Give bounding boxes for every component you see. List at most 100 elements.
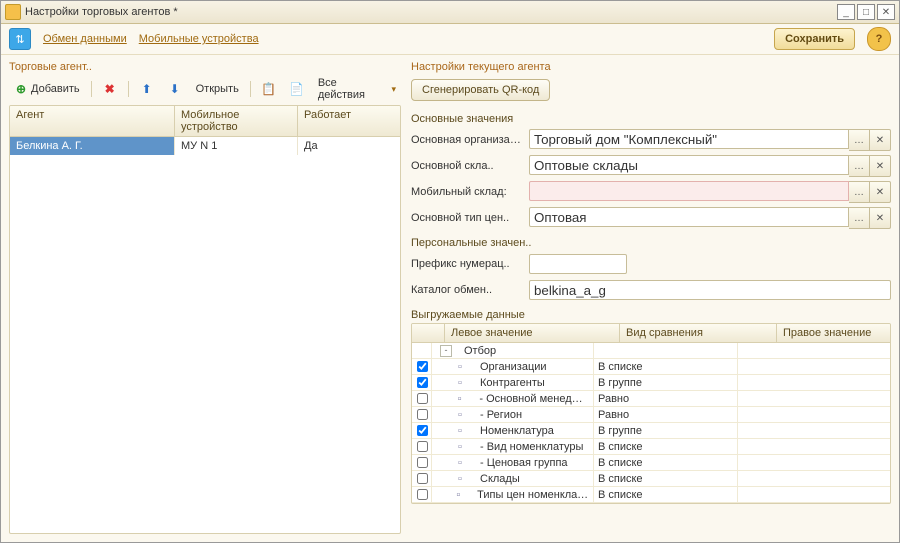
agents-grid-header: Агент Мобильное устройство Работает [10,106,400,137]
table-row[interactable]: ▫ОрганизацииВ списке [412,359,890,375]
row-catalog: Каталог обмен.. [411,280,891,300]
agents-panel: Торговые агент.. ⊕ Добавить ✖ ⬆ ⬇ Открыт… [9,59,401,534]
clear-button[interactable]: ✕ [870,181,891,203]
cell-check [412,343,432,358]
row-prefix: Префикс нумерац.. [411,254,891,274]
input-prefix[interactable] [529,254,627,274]
app-icon [5,4,21,20]
table-row[interactable]: ▫КонтрагентыВ группе [412,375,890,391]
col-left-value[interactable]: Левое значение [445,324,620,342]
minimize-button[interactable]: _ [837,4,855,20]
table-row[interactable]: ▫НоменклатураВ группе [412,423,890,439]
chevron-down-icon: ▾ [391,84,396,95]
cell-compare: В списке [594,359,738,374]
input-mobile-warehouse[interactable] [529,181,849,201]
cell-compare: В списке [594,487,738,502]
select-button[interactable]: … [849,155,870,177]
col-device[interactable]: Мобильное устройство [175,106,298,136]
open-label: Открыть [196,83,239,95]
cell-compare: В списке [594,455,738,470]
all-actions-label: Все действия [318,77,387,101]
all-actions-button[interactable]: Все действия ▾ [313,74,401,104]
row-mobile-warehouse: Мобильный склад: … ✕ [411,182,891,202]
row-checkbox[interactable] [417,377,428,388]
help-button[interactable]: ? [867,27,891,51]
row-checkbox[interactable] [417,473,428,484]
add-button[interactable]: ⊕ Добавить [9,79,85,99]
table-row[interactable]: ▫- РегионРавно [412,407,890,423]
input-price-type[interactable] [529,207,849,227]
row-main-org: Основная организаци.. … ✕ [411,130,891,150]
copy-button[interactable]: 📋 [257,79,281,99]
table-row[interactable]: ▫- Ценовая группаВ списке [412,455,890,471]
clear-button[interactable]: ✕ [870,129,891,151]
col-works[interactable]: Работает [298,106,400,136]
move-down-button[interactable]: ⬇ [163,79,187,99]
cell-left-value: ▫- Ценовая группа [432,455,594,470]
cell-right-value [738,375,890,390]
table-row[interactable]: ▫СкладыВ списке [412,471,890,487]
row-checkbox[interactable] [417,425,428,436]
table-row[interactable]: -Отбор [412,343,890,359]
select-button[interactable]: … [849,207,870,229]
col-agent[interactable]: Агент [10,106,175,136]
field-mobile-warehouse: … ✕ [529,181,891,203]
clear-button[interactable]: ✕ [870,207,891,229]
table-row[interactable]: ▫- Основной менеджерРавно [412,391,890,407]
cell-right-value [738,487,890,502]
export-grid-body[interactable]: -Отбор▫ОрганизацииВ списке▫КонтрагентыВ … [412,343,890,503]
delete-button[interactable]: ✖ [98,79,122,99]
label-catalog: Каталог обмен.. [411,284,523,296]
input-main-warehouse[interactable] [529,155,849,175]
col-compare[interactable]: Вид сравнения [620,324,777,342]
cell-left-value: ▫ - Вид номенклатуры [432,439,594,454]
open-button[interactable]: Открыть [191,80,244,98]
input-catalog[interactable] [529,280,891,300]
close-button[interactable]: ✕ [877,4,895,20]
generate-qr-button[interactable]: Сгенерировать QR-код [411,79,550,101]
row-checkbox[interactable] [417,489,428,500]
input-main-org[interactable] [529,129,849,149]
agents-grid-body[interactable]: Белкина А. Г. МУ N 1 Да [10,137,400,533]
save-button[interactable]: Сохранить [774,28,855,50]
table-row[interactable]: ▫ - Вид номенклатуры В списке [412,439,890,455]
cell-compare: В списке [594,439,738,454]
settings-title: Настройки текущего агента [411,61,891,73]
move-up-button[interactable]: ⬆ [135,79,159,99]
field-price-type: … ✕ [529,207,891,229]
add-label: Добавить [31,83,80,95]
row-checkbox[interactable] [417,409,428,420]
leaf-icon: ▫ [458,441,468,453]
cell-compare: В группе [594,423,738,438]
row-checkbox[interactable] [417,457,428,468]
select-button[interactable]: … [849,181,870,203]
link-mobile-devices[interactable]: Мобильные устройства [139,33,259,45]
row-label: Типы цен номенклатур.. [477,489,589,501]
content-area: Торговые агент.. ⊕ Добавить ✖ ⬆ ⬇ Открыт… [1,55,899,542]
table-row[interactable]: ▫Типы цен номенклатур..В списке [412,487,890,503]
plus-icon: ⊕ [14,82,28,96]
row-label: Номенклатура [480,425,554,437]
table-row[interactable]: Белкина А. Г. МУ N 1 Да [10,137,400,155]
row-checkbox[interactable] [417,361,428,372]
leaf-icon: ▫ [458,361,468,373]
maximize-button[interactable]: □ [857,4,875,20]
label-price-type: Основной тип цен.. [411,212,523,224]
paste-button[interactable]: 📄 [285,79,309,99]
row-label: - Регион [480,409,522,421]
select-button[interactable]: … [849,129,870,151]
cell-check [412,407,432,422]
cell-left-value: ▫Номенклатура [432,423,594,438]
link-exchange[interactable]: Обмен данными [43,33,127,45]
row-label: - Вид номенклатуры [480,441,583,453]
tree-toggle[interactable]: - [440,345,452,357]
row-checkbox[interactable] [417,441,428,452]
cell-left-value: -Отбор [432,343,594,358]
col-right-value[interactable]: Правое значение [777,324,890,342]
col-check [412,324,445,342]
cell-check [412,359,432,374]
separator [128,81,129,97]
row-checkbox[interactable] [417,393,428,404]
agents-title: Торговые агент.. [9,61,401,73]
clear-button[interactable]: ✕ [870,155,891,177]
